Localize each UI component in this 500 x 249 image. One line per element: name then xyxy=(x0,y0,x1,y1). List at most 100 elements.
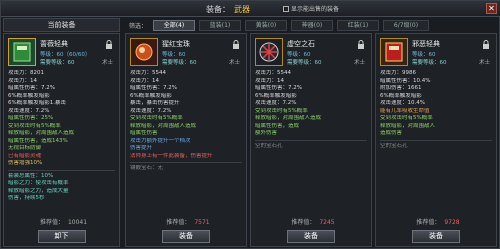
stat-line: 攻击力：8201 xyxy=(8,70,44,76)
red-note: 已有暗影灵魂 xyxy=(8,152,42,159)
divider xyxy=(8,169,115,171)
stat-line: 攻击力：9986 xyxy=(380,70,416,76)
item-header: 虚空之石 等级：60 需要等级：60 术士 xyxy=(253,36,369,68)
book-icon xyxy=(8,38,36,66)
item-card: 猩红宝珠 等级：60 需要等级：60 术士 攻击力：5544 攻击力：14 暗属性伤害：7.… xyxy=(125,33,247,247)
stat-line: 额外伤害 xyxy=(255,130,278,136)
equipment-window: 装备： 武器 显示能出售的装备 ✕ 筛选： 全部(4) 蓝装(1) 黄装(0) 神… xyxy=(0,0,500,249)
set-line: 暗影之力：使攻击有概率 xyxy=(8,180,69,186)
tab-all[interactable]: 全部(4) xyxy=(153,20,195,31)
stat-line: 暗属性伤害：10.4% xyxy=(380,77,431,84)
filter-label: 筛选： xyxy=(129,23,148,30)
lock-icon[interactable] xyxy=(357,40,365,50)
stat-line: 攻击力：5544 xyxy=(130,70,166,76)
item-required-level: 需要等级：60 xyxy=(40,60,75,66)
divider xyxy=(130,162,242,163)
close-button[interactable]: ✕ xyxy=(486,3,497,14)
item-stats: 攻击力：8201 攻击力：14 暗属性伤害：7.2% 6%概率触发暗影 6%概率触发暗影… xyxy=(8,70,115,203)
item-header: 邪恶轻典 等级：60 需要等级：60 术士 xyxy=(378,36,494,68)
stat-line: 暗属性伤害：7.2% xyxy=(8,85,55,91)
item-level: 等级：60 xyxy=(287,52,311,58)
item-level: 等级：60 xyxy=(162,52,186,58)
tab-yellow[interactable]: 黄装(0) xyxy=(245,20,287,31)
stat-line: 无视目标防御 xyxy=(8,145,42,151)
equip-button[interactable]: 装备 xyxy=(162,230,210,243)
item-required-level: 需要等级：60 xyxy=(287,60,322,66)
equip-button[interactable]: 装备 xyxy=(287,230,335,243)
stat-line: 附加伤害：1661 xyxy=(380,85,422,91)
stat-line: 6%概率触发暗影 xyxy=(8,92,50,99)
stat-line: 受到攻击时有5%概率 xyxy=(255,107,308,114)
item-header: 蔷薇轻典 等级：60（60/60） 需要等级：60 术士 xyxy=(6,36,117,68)
current-equipment-panel: 蔷薇轻典 等级：60（60/60） 需要等级：60 术士 攻击力：8201 攻击力… xyxy=(3,33,120,247)
stat-line: 攻击力：14 xyxy=(255,77,284,84)
score-label: 推荐值： xyxy=(291,219,316,226)
stat-line: 攻击力额外提升一个档次 xyxy=(130,137,191,144)
stat-line: 攻击速度：7.2% xyxy=(8,107,50,114)
score-line: 推荐值： 7245 xyxy=(251,217,371,226)
current-equipment-header: 当前装备 xyxy=(3,18,120,32)
lock-icon[interactable] xyxy=(105,40,113,50)
tab-red[interactable]: 红装(1) xyxy=(337,20,379,31)
score-value: 7571 xyxy=(194,219,210,226)
item-name: 蔷薇轻典 xyxy=(40,40,68,48)
item-card: 邪恶轻典 等级：60 需要等级：60 术士 攻击力：9986 暗属性伤害：10.4% 附加伤… xyxy=(375,33,497,247)
stat-line: 受到攻击时有5%概率 xyxy=(8,122,61,129)
gem-slot-label: 空的宝石孔 xyxy=(380,142,408,149)
stat-line: 暗属性伤害，造成143% xyxy=(8,137,68,144)
item-stats: 攻击力：9986 暗属性伤害：10.4% 附加伤害：1661 6%概率触发暗影 攻击速度… xyxy=(380,70,492,150)
set-line: 套装总属性：10% xyxy=(8,172,54,179)
score-value: 10041 xyxy=(67,219,88,226)
show-sellable-toggle[interactable]: 显示能出售的装备 xyxy=(283,4,339,13)
stat-line: 攻击力：14 xyxy=(130,77,159,84)
stat-line: 暗属性伤害，造成 xyxy=(255,122,300,129)
divider xyxy=(380,139,492,141)
stat-line: 暴击，暴击伤害提升 xyxy=(130,100,180,106)
stat-line: 攻击速度：7.2% xyxy=(130,107,172,114)
item-header: 猩红宝珠 等级：60 需要等级：60 术士 xyxy=(128,36,244,68)
filter-bar: 筛选： 全部(4) 蓝装(1) 黄装(0) 神器(0) 红装(1) 6/7级(0… xyxy=(125,19,498,32)
lock-icon[interactable] xyxy=(232,40,240,50)
tab-blue[interactable]: 蓝装(1) xyxy=(199,20,241,31)
equip-button[interactable]: 装备 xyxy=(412,230,460,243)
stat-line: 暗属性伤害：25% xyxy=(8,115,54,121)
show-sellable-label: 显示能出售的装备 xyxy=(291,6,340,13)
stat-line: 造成伤害 xyxy=(380,130,403,136)
item-icon xyxy=(130,38,158,66)
stat-line: 6%概率触发暗影 xyxy=(380,92,422,99)
stat-line: 释放暗影，对周围敌人造成 xyxy=(8,130,75,136)
stat-line: 暗属性伤害 xyxy=(130,130,158,136)
set-bonus-label: 伤害增强10% xyxy=(8,160,43,166)
tab-level-67[interactable]: 6/7级(0) xyxy=(383,20,429,31)
stat-line: 释放暗影，对周围敌人造成 xyxy=(255,115,322,121)
gem-slot-label: 镶嵌宝石：无 xyxy=(130,165,164,171)
red-note: 法师身上有一件此装备，伤害提升 xyxy=(130,152,213,159)
title-main: 装备： xyxy=(206,5,230,14)
stat-line: 6%概率触发暗影 xyxy=(130,92,172,99)
gem-slot: 空的宝石孔 xyxy=(380,143,492,151)
window-title: 装备： 武器 xyxy=(206,4,250,15)
stat-line: 能有几率吸收生命值 xyxy=(380,107,430,114)
item-stats: 攻击力：5544 攻击力：14 暗属性伤害：7.2% 6%概率触发暗影 暴击，暴击伤害提… xyxy=(130,70,242,173)
set-line: 释放暗影之力，造成大量 xyxy=(8,187,69,194)
stat-line: 6%概率触发暗影 xyxy=(255,92,297,99)
stat-line: 暗属性伤害：7.2% xyxy=(255,85,302,91)
gem-slot-label: 空的宝石孔 xyxy=(255,142,283,149)
gem-slot: 镶嵌宝石：无 xyxy=(130,165,242,173)
item-level: 等级：60（60/60） xyxy=(40,52,91,58)
checkbox-icon[interactable] xyxy=(283,6,289,12)
stat-line: 释放暗影，对周围敌人 xyxy=(380,122,436,129)
unequip-button[interactable]: 卸下 xyxy=(37,230,86,243)
score-line: 推荐值： 7571 xyxy=(126,217,246,226)
lock-icon[interactable] xyxy=(482,40,490,50)
title-bar: 装备： 武器 显示能出售的装备 ✕ xyxy=(1,1,500,17)
score-value: 9728 xyxy=(444,219,460,226)
item-name: 虚空之石 xyxy=(287,40,315,48)
score-label: 推荐值： xyxy=(416,219,441,226)
item-level: 等级：60 xyxy=(412,52,436,58)
item-class: 术士 xyxy=(228,60,240,66)
item-class: 术士 xyxy=(101,60,113,66)
item-required-level: 需要等级：60 xyxy=(412,60,447,66)
tab-artifact[interactable]: 神器(0) xyxy=(291,20,333,31)
stat-line: 6%概率触发暗影1.暴击 xyxy=(8,100,66,106)
